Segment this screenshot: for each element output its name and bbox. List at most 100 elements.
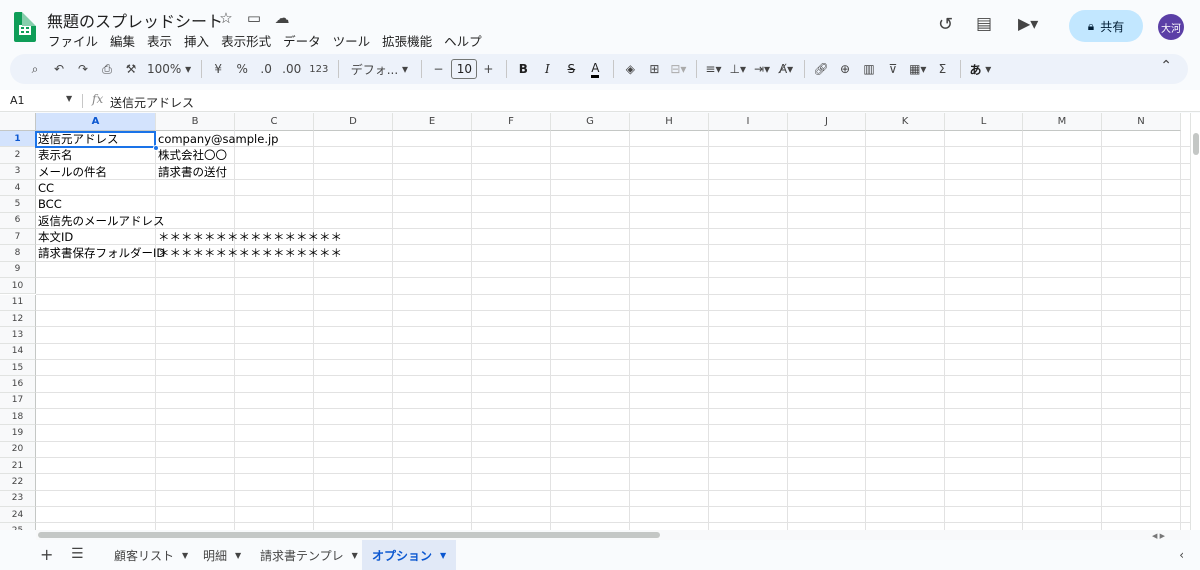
row-header[interactable]: 8 (0, 245, 36, 262)
input-tools-button[interactable]: あ ▾ (966, 57, 994, 81)
italic-button[interactable]: I (536, 57, 558, 81)
horizontal-scrollbar[interactable] (36, 530, 1190, 540)
merge-cells-icon[interactable]: ⊟▾ (667, 57, 689, 81)
functions-button[interactable]: Σ (931, 57, 953, 81)
row-header[interactable]: 13 (0, 327, 36, 344)
row-header[interactable]: 22 (0, 474, 36, 491)
column-header-c[interactable]: C (235, 113, 314, 131)
menu-insert[interactable]: 挿入 (184, 31, 209, 50)
vertical-scroll-thumb[interactable] (1193, 133, 1199, 155)
row-header[interactable]: 19 (0, 425, 36, 442)
column-header-k[interactable]: K (866, 113, 945, 131)
filter-icon[interactable]: ⊽ (882, 57, 904, 81)
borders-icon[interactable]: ⊞ (643, 57, 665, 81)
avatar[interactable]: 大河 (1158, 14, 1184, 40)
menu-tools[interactable]: ツール (333, 31, 371, 50)
tab-details[interactable]: 明細 ▼ (193, 540, 251, 570)
chevron-left-icon[interactable]: ‹ (1179, 548, 1184, 562)
row-header[interactable]: 1 (0, 131, 36, 148)
name-box-dropdown-icon[interactable]: ▼ (66, 94, 72, 103)
document-title[interactable]: 無題のスプレッドシート (47, 8, 223, 32)
comments-icon[interactable]: ▤ (976, 14, 992, 34)
cell-a7[interactable]: 本文ID (36, 229, 73, 245)
text-wrap-icon[interactable]: ⇥▾ (751, 57, 773, 81)
star-icon[interactable]: ☆ (216, 9, 236, 27)
sheets-logo-icon[interactable] (14, 12, 36, 42)
cell-a4[interactable]: CC (36, 180, 54, 196)
font-size-decrease-icon[interactable]: − (427, 57, 449, 81)
column-header-m[interactable]: M (1023, 113, 1102, 131)
tab-invoice-template[interactable]: 請求書テンプレ ▼ (250, 540, 368, 570)
formula-input[interactable]: 送信元アドレス (110, 94, 194, 111)
row-header[interactable]: 17 (0, 392, 36, 409)
fill-color-icon[interactable]: ◈ (619, 57, 641, 81)
add-sheet-icon[interactable]: + (40, 545, 53, 564)
horizontal-align-icon[interactable]: ≡▾ (702, 57, 724, 81)
cell-a6[interactable]: 返信先のメールアドレス (36, 213, 165, 229)
bold-button[interactable]: B (512, 57, 534, 81)
move-folder-icon[interactable]: ▭ (244, 9, 264, 27)
column-header-i[interactable]: I (709, 113, 788, 131)
row-header[interactable]: 16 (0, 376, 36, 393)
meet-icon[interactable]: ▶▾ (1018, 14, 1038, 33)
cell-b3[interactable]: 請求書の送付 (156, 164, 227, 180)
print-icon[interactable]: ⎙ (96, 57, 118, 81)
undo-icon[interactable]: ↶ (48, 57, 70, 81)
all-sheets-icon[interactable]: ☰ (71, 546, 84, 562)
row-header[interactable]: 15 (0, 359, 36, 377)
text-color-button[interactable]: A (584, 57, 606, 81)
filter-views-icon[interactable]: ▦▾ (906, 57, 929, 81)
menu-format[interactable]: 表示形式 (221, 31, 271, 50)
column-header-f[interactable]: F (472, 113, 551, 131)
zoom-select[interactable]: 100% ▾ (144, 57, 194, 81)
row-header[interactable]: 7 (0, 229, 36, 246)
row-header[interactable]: 21 (0, 458, 36, 475)
scroll-arrows[interactable]: ◀ ▶ (1152, 532, 1165, 540)
version-history-icon[interactable]: ↺ (938, 14, 953, 35)
cell-a3[interactable]: メールの件名 (36, 164, 107, 180)
column-header-h[interactable]: H (630, 113, 709, 131)
row-header[interactable]: 4 (0, 180, 36, 197)
cell-b1[interactable]: company@sample.jp (156, 131, 278, 147)
vertical-scrollbar[interactable] (1190, 113, 1200, 530)
name-box[interactable]: A1 (10, 94, 25, 107)
tab-options[interactable]: オプション ▼ (362, 540, 457, 570)
column-header-g[interactable]: G (551, 113, 630, 131)
menu-extensions[interactable]: 拡張機能 (382, 31, 432, 50)
row-header[interactable]: 18 (0, 408, 36, 426)
text-rotation-icon[interactable]: A̸▾ (775, 57, 797, 81)
tab-customer-list[interactable]: 顧客リスト ▼ (104, 540, 198, 570)
column-header-e[interactable]: E (393, 113, 472, 131)
menu-view[interactable]: 表示 (147, 31, 172, 50)
increase-decimal-button[interactable]: .00 (279, 57, 304, 81)
row-header[interactable]: 9 (0, 261, 36, 279)
row-header[interactable]: 20 (0, 441, 36, 458)
percent-format-button[interactable]: % (231, 57, 253, 81)
cloud-status-icon[interactable]: ☁ (272, 9, 292, 27)
share-button[interactable]: 🔒︎ 共有 (1069, 10, 1143, 42)
cell-b7[interactable]: ＊＊＊＊＊＊＊＊＊＊＊＊＊＊＊＊ (156, 229, 342, 245)
column-header-l[interactable]: L (945, 113, 1023, 131)
column-header-a[interactable]: A (36, 113, 156, 131)
row-header[interactable]: 12 (0, 310, 36, 328)
row-header[interactable]: 5 (0, 196, 36, 213)
column-header-d[interactable]: D (314, 113, 393, 131)
row-header[interactable]: 3 (0, 163, 36, 181)
font-size-increase-icon[interactable]: + (477, 57, 499, 81)
currency-format-button[interactable]: ¥ (207, 57, 229, 81)
row-header[interactable]: 10 (0, 278, 36, 295)
number-format-button[interactable]: 123 (306, 57, 331, 81)
row-header[interactable]: 25 (0, 523, 36, 530)
horizontal-scroll-thumb[interactable] (38, 532, 660, 538)
vertical-align-icon[interactable]: ⊥▾ (727, 57, 749, 81)
decrease-decimal-button[interactable]: .0 (255, 57, 277, 81)
search-menus-icon[interactable]: ⌕ (24, 57, 46, 81)
paint-format-icon[interactable]: ⚒ (120, 57, 142, 81)
font-size-input[interactable]: 10 (451, 59, 478, 79)
cell-a2[interactable]: 表示名 (36, 147, 73, 163)
menu-file[interactable]: ファイル (48, 31, 98, 50)
select-all-corner[interactable] (0, 113, 36, 131)
collapse-toolbar-icon[interactable]: ⌃ (1160, 58, 1172, 74)
font-select[interactable]: デフォ... ▾ (344, 57, 414, 81)
column-header-n[interactable]: N (1102, 113, 1181, 131)
